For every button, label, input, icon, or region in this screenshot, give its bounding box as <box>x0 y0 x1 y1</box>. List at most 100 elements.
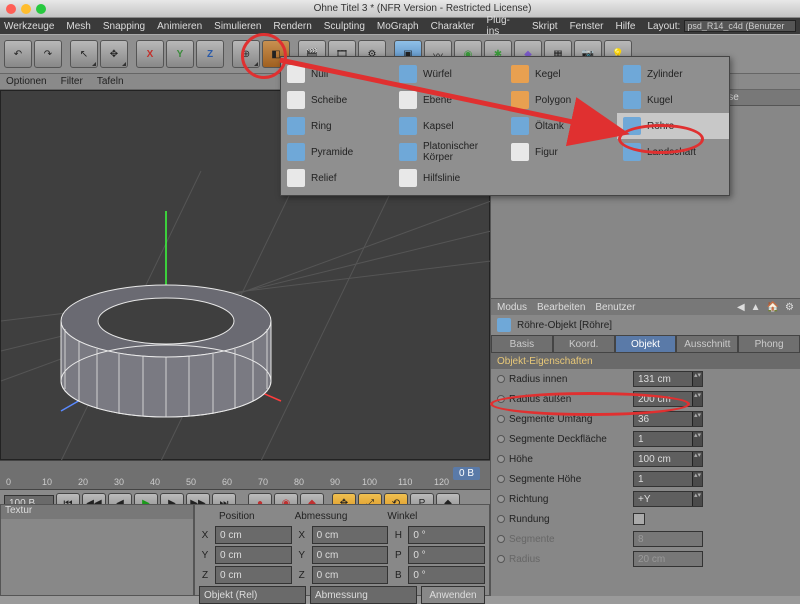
menu-bar: Werkzeuge Mesh Snapping Animieren Simuli… <box>0 18 800 34</box>
nav-settings-icon[interactable]: ⚙ <box>785 302 794 313</box>
coord-mode-select[interactable]: Objekt (Rel) <box>199 586 306 604</box>
subbar-item[interactable]: Tafeln <box>97 76 124 87</box>
menu-item[interactable]: Animieren <box>157 21 202 32</box>
nav-back-icon[interactable]: ◀ <box>737 302 745 313</box>
minimize-icon[interactable] <box>21 4 31 14</box>
primitive-item[interactable]: Hilfslinie <box>393 165 505 191</box>
attr-tab[interactable]: Koord. <box>553 335 615 353</box>
coord-dim-select[interactable]: Abmessung <box>310 586 417 604</box>
zoom-icon[interactable] <box>36 4 46 14</box>
menu-item[interactable]: Mesh <box>66 21 90 32</box>
rotation-field[interactable]: 0 ° <box>408 546 485 564</box>
prop-label: Radius <box>509 554 629 565</box>
menu-item[interactable]: Hilfe <box>615 21 635 32</box>
menu-item[interactable]: Charakter <box>431 21 475 32</box>
menu-item[interactable]: MoGraph <box>377 21 419 32</box>
timeline-ruler[interactable]: 0 10 20 30 40 50 60 70 80 90 100 110 120… <box>0 460 490 490</box>
attr-tab[interactable]: Objekt <box>615 335 677 353</box>
attr-tab[interactable]: Basis <box>491 335 553 353</box>
primitive-item[interactable]: Ebene <box>393 87 505 113</box>
nav-home-icon[interactable]: 🏠 <box>767 302 779 313</box>
menu-item[interactable]: Werkzeuge <box>4 21 54 32</box>
prop-value-field[interactable]: 100 cm▴▾ <box>633 451 703 467</box>
attr-menu[interactable]: Benutzer <box>595 302 635 313</box>
primitive-item[interactable]: Ring <box>281 113 393 139</box>
prop-value-field[interactable]: 1▴▾ <box>633 471 703 487</box>
close-icon[interactable] <box>6 4 16 14</box>
prop-value-field: 8 <box>633 531 703 547</box>
primitive-item[interactable]: Kegel <box>505 61 617 87</box>
redo-button[interactable]: ↷ <box>34 40 62 68</box>
primitive-item[interactable]: Würfel <box>393 61 505 87</box>
prop-value-field[interactable]: 200 cm▴▾ <box>633 391 703 407</box>
prop-label: Höhe <box>509 454 629 465</box>
undo-button[interactable]: ↶ <box>4 40 32 68</box>
attr-tab[interactable]: Ausschnitt <box>676 335 738 353</box>
nav-up-icon[interactable]: ▲ <box>751 302 761 313</box>
axis-label: H <box>392 530 404 541</box>
attr-menu[interactable]: Bearbeiten <box>537 302 585 313</box>
anim-dot[interactable] <box>497 475 505 483</box>
menu-item[interactable]: Fenster <box>570 21 604 32</box>
size-field[interactable]: 0 cm <box>312 526 389 544</box>
axis-x-button[interactable]: X <box>136 40 164 68</box>
layout-field[interactable] <box>684 20 796 32</box>
axis-label: B <box>392 570 404 581</box>
subbar-item[interactable]: Optionen <box>6 76 47 87</box>
primitive-item[interactable]: Kapsel <box>393 113 505 139</box>
primitive-item[interactable]: Null <box>281 61 393 87</box>
anim-dot[interactable] <box>497 495 505 503</box>
menu-item[interactable]: Skript <box>532 21 558 32</box>
primitive-dropdown: NullScheibeRingPyramideRelief WürfelEbene… <box>280 56 730 196</box>
size-field[interactable]: 0 cm <box>312 546 389 564</box>
anim-dot[interactable] <box>497 515 505 523</box>
menu-item[interactable]: Sculpting <box>324 21 365 32</box>
attr-tab[interactable]: Phong <box>738 335 800 353</box>
primitive-item[interactable]: Röhre <box>617 113 729 139</box>
menu-item[interactable]: Plug-ins <box>487 15 521 37</box>
anim-dot[interactable] <box>497 395 505 403</box>
primitive-item[interactable]: Pyramide <box>281 139 393 165</box>
move-button[interactable]: ✥ <box>100 40 128 68</box>
anim-dot[interactable] <box>497 375 505 383</box>
size-field[interactable]: 0 cm <box>312 566 389 584</box>
axis-z-button[interactable]: Z <box>196 40 224 68</box>
window-titlebar: Ohne Titel 3 * (NFR Version - Restricted… <box>0 0 800 18</box>
position-field[interactable]: 0 cm <box>215 566 292 584</box>
prop-value-field[interactable]: 1▴▾ <box>633 431 703 447</box>
primitive-item[interactable]: Landschaft <box>617 139 729 165</box>
menu-item[interactable]: Snapping <box>103 21 145 32</box>
primitive-item[interactable] <box>505 165 617 191</box>
menu-item[interactable]: Simulieren <box>214 21 261 32</box>
position-field[interactable]: 0 cm <box>215 546 292 564</box>
rotation-field[interactable]: 0 ° <box>408 566 485 584</box>
rotation-field[interactable]: 0 ° <box>408 526 485 544</box>
primitive-item[interactable] <box>617 165 729 191</box>
primitive-item[interactable]: Relief <box>281 165 393 191</box>
subbar-item[interactable]: Filter <box>61 76 83 87</box>
anim-dot[interactable] <box>497 435 505 443</box>
anim-dot[interactable] <box>497 415 505 423</box>
rounding-checkbox[interactable] <box>633 513 645 525</box>
axis-y-button[interactable]: Y <box>166 40 194 68</box>
coord-button[interactable]: ⊕ <box>232 40 260 68</box>
prop-label: Radius innen <box>509 374 629 385</box>
primitive-item[interactable]: Scheibe <box>281 87 393 113</box>
select-button[interactable]: ↖ <box>70 40 98 68</box>
anim-dot[interactable] <box>497 455 505 463</box>
primitive-item[interactable]: Kugel <box>617 87 729 113</box>
col-header: Abmessung <box>295 511 348 522</box>
primitive-item[interactable]: Zylinder <box>617 61 729 87</box>
prop-value-field[interactable]: 131 cm▴▾ <box>633 371 703 387</box>
menu-item[interactable]: Rendern <box>273 21 311 32</box>
apply-button[interactable]: Anwenden <box>421 586 485 604</box>
primitive-item[interactable]: Öltank <box>505 113 617 139</box>
prop-value-field[interactable]: 36▴▾ <box>633 411 703 427</box>
primitive-item[interactable]: Figur <box>505 139 617 165</box>
primitive-icon <box>623 117 641 135</box>
primitive-item[interactable]: Polygon <box>505 87 617 113</box>
primitive-item[interactable]: Platonischer Körper <box>393 139 505 165</box>
attr-menu[interactable]: Modus <box>497 302 527 313</box>
position-field[interactable]: 0 cm <box>215 526 292 544</box>
prop-value-field[interactable]: +Y▴▾ <box>633 491 703 507</box>
